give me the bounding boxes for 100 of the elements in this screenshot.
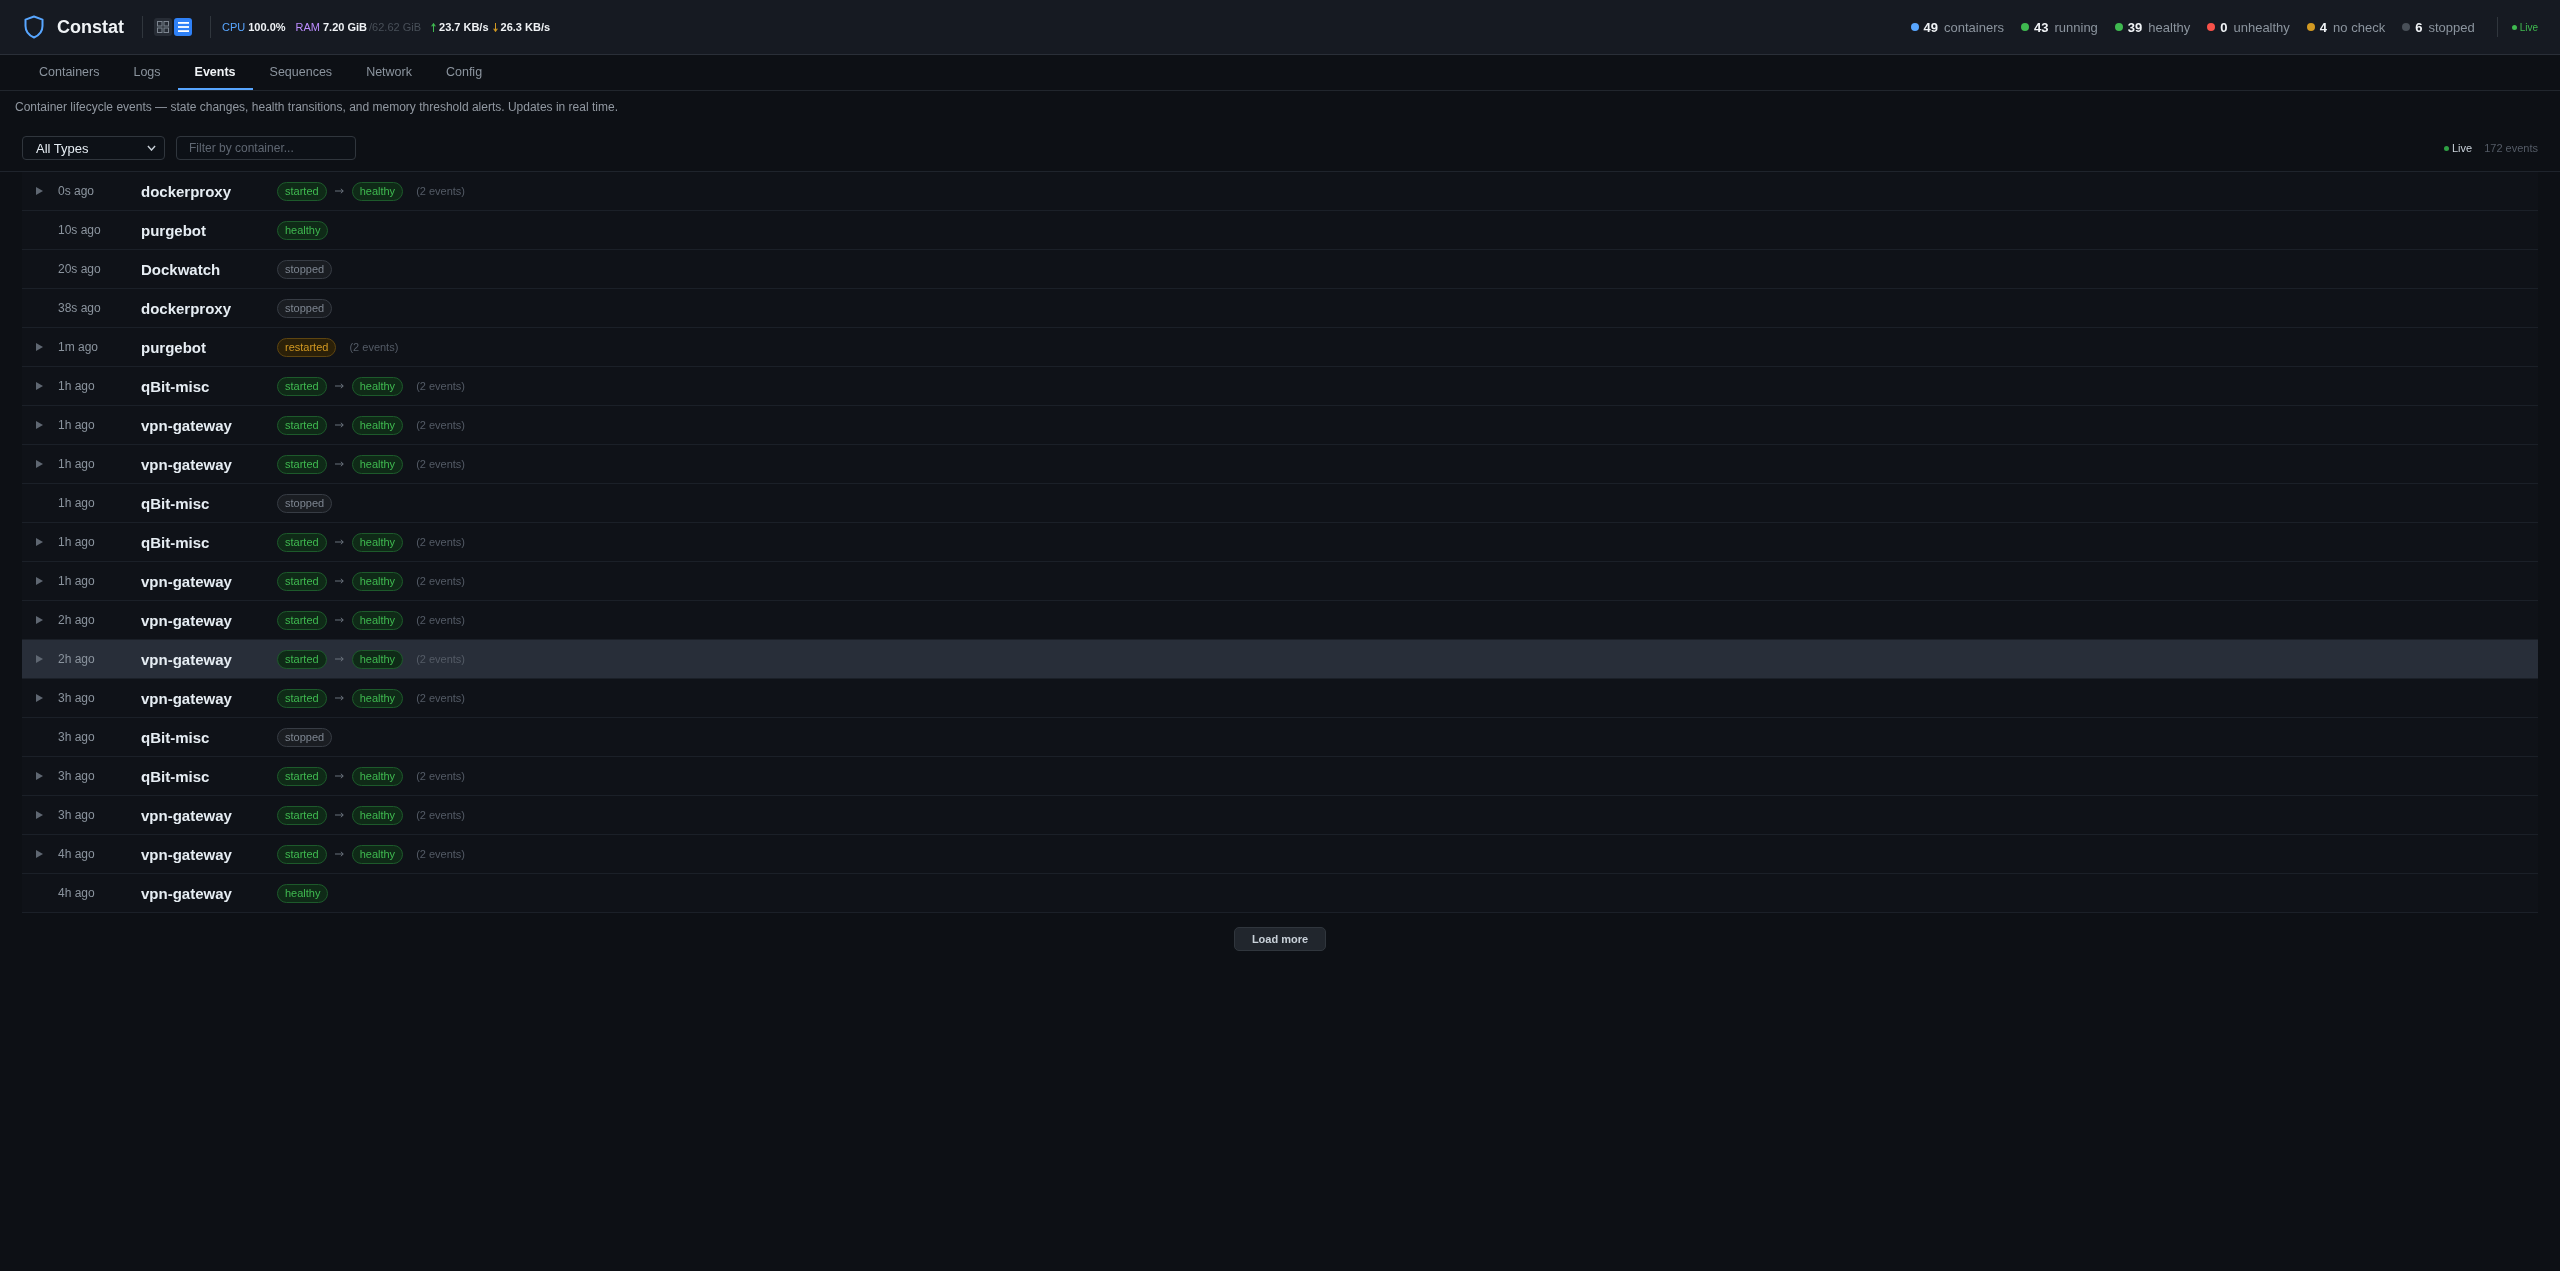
- event-time: 1h ago: [58, 379, 96, 393]
- right-arrow-icon: [334, 539, 344, 545]
- container-name: qBit-misc: [141, 494, 211, 512]
- up-arrow-icon: [431, 22, 436, 32]
- summary-label: containers: [1944, 19, 2004, 35]
- status-badge: healthy: [351, 805, 404, 825]
- status-badge: stopped: [277, 298, 333, 318]
- right-arrow-icon: [334, 617, 344, 623]
- right-arrow-icon: [334, 812, 344, 818]
- status-badge: stopped: [277, 259, 333, 279]
- grid-view-button[interactable]: [154, 18, 172, 36]
- status-badge: started: [277, 766, 327, 786]
- event-time: 3h ago: [58, 691, 96, 705]
- status-badge: healthy: [351, 844, 404, 864]
- status-badge: healthy: [351, 610, 404, 630]
- container-name: vpn-gateway: [141, 884, 233, 902]
- event-count: (2 events): [416, 458, 466, 470]
- summary-label: healthy: [2148, 19, 2191, 35]
- status-badge: healthy: [351, 415, 404, 435]
- event-time: 1h ago: [58, 457, 96, 471]
- status-badge: healthy: [351, 571, 404, 591]
- nav-tab[interactable]: Sequences: [252, 55, 350, 90]
- live-label: Live: [2519, 21, 2538, 33]
- status-badge: restarted: [277, 337, 337, 357]
- event-count: (2 events): [416, 614, 466, 626]
- summary-label: unhealthy: [2233, 19, 2290, 35]
- summary-count: 43: [2034, 19, 2049, 35]
- app-title: Constat: [57, 16, 124, 38]
- container-name: vpn-gateway: [141, 845, 233, 863]
- status-badge: started: [277, 454, 327, 474]
- event-count: (2 events): [416, 380, 466, 392]
- nav-tab[interactable]: Containers: [22, 55, 117, 90]
- right-arrow-icon: [334, 422, 344, 428]
- event-time: 1h ago: [58, 574, 96, 588]
- event-count: (2 events): [416, 770, 466, 782]
- event-count: (2 events): [416, 185, 466, 197]
- event-total: 172 events: [2484, 142, 2538, 154]
- event-time: 10s ago: [58, 223, 102, 237]
- status-badge: healthy: [277, 883, 329, 903]
- event-count: (2 events): [416, 419, 466, 431]
- container-name: Dockwatch: [141, 260, 222, 278]
- event-time: 2h ago: [58, 652, 96, 666]
- load-more-button[interactable]: Load more: [1233, 927, 1327, 951]
- status-badge: healthy: [351, 454, 404, 474]
- summary-count: 4: [2319, 19, 2328, 35]
- nav-tab[interactable]: Events: [177, 55, 253, 90]
- down-arrow-icon: [492, 22, 498, 32]
- status-badge: started: [277, 610, 327, 630]
- container-name: dockerproxy: [141, 299, 233, 317]
- status-badge: started: [277, 181, 327, 201]
- right-arrow-icon: [334, 656, 344, 662]
- page-description: Container lifecycle events — state changes, health transitions, and memory threshold alerts. Updates in real time.: [14, 99, 619, 116]
- status-badge: started: [277, 805, 327, 825]
- event-count: (2 events): [416, 692, 466, 704]
- container-name: qBit-misc: [141, 533, 211, 551]
- summary-count: 49: [1923, 19, 1938, 35]
- summary-label: no check: [2333, 19, 2386, 35]
- container-name: qBit-misc: [141, 767, 211, 785]
- event-time: 1h ago: [58, 418, 96, 432]
- list-view-button[interactable]: [174, 18, 192, 36]
- container-name: vpn-gateway: [141, 689, 233, 707]
- status-badge: started: [277, 649, 327, 669]
- event-time: 3h ago: [58, 808, 96, 822]
- grid-icon: [157, 21, 169, 33]
- nav-tab[interactable]: Logs: [116, 55, 178, 90]
- status-badge: healthy: [351, 181, 404, 201]
- nav-tab[interactable]: Network: [349, 55, 429, 90]
- event-time: 2h ago: [58, 613, 96, 627]
- event-time: 0s ago: [58, 184, 96, 198]
- status-badge: stopped: [277, 727, 333, 747]
- ram-value: 7.20 GiB: [323, 21, 368, 33]
- status-badge: started: [277, 844, 327, 864]
- event-time: 20s ago: [58, 262, 102, 276]
- event-time: 1h ago: [58, 535, 96, 549]
- event-time: 1m ago: [58, 340, 100, 354]
- right-arrow-icon: [334, 461, 344, 467]
- right-arrow-icon: [334, 188, 344, 194]
- event-count: (2 events): [416, 848, 466, 860]
- status-badge: healthy: [351, 376, 404, 396]
- status-badge: started: [277, 376, 327, 396]
- container-name: vpn-gateway: [141, 572, 233, 590]
- list-icon: [177, 22, 189, 32]
- type-select[interactable]: All Types: [22, 136, 165, 160]
- container-name: vpn-gateway: [141, 455, 233, 473]
- cpu-value: 100.0%: [248, 21, 286, 33]
- status-badge: healthy: [277, 220, 329, 240]
- status-badge: started: [277, 415, 327, 435]
- summary-label: running: [2054, 19, 2098, 35]
- status-badge: healthy: [351, 649, 404, 669]
- container-name: vpn-gateway: [141, 416, 233, 434]
- container-name: vpn-gateway: [141, 611, 233, 629]
- container-name: vpn-gateway: [141, 806, 233, 824]
- status-badge: healthy: [351, 766, 404, 786]
- container-filter-field[interactable]: Filter by container...: [176, 136, 356, 160]
- container-name: qBit-misc: [141, 377, 211, 395]
- nav-tab[interactable]: Config: [428, 55, 500, 90]
- right-arrow-icon: [334, 383, 344, 389]
- summary-label: stopped: [2428, 19, 2475, 35]
- container-name: purgebot: [141, 338, 207, 356]
- event-count: (2 events): [416, 575, 466, 587]
